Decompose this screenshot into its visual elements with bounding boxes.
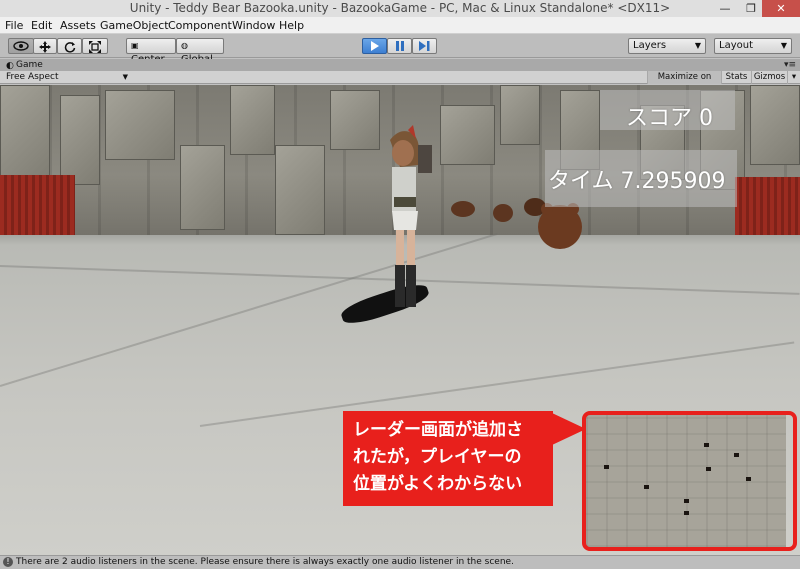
view-tool-button[interactable] [8, 38, 34, 54]
status-bar[interactable]: ! There are 2 audio listeners in the sce… [0, 555, 800, 569]
menu-assets[interactable]: Assets [60, 19, 96, 32]
eye-icon [13, 41, 29, 51]
game-view-controls: Free Aspect ▼ Maximize on Play Stats Giz… [0, 71, 800, 95]
step-button[interactable] [412, 38, 437, 54]
panel-tab-bar: ◐ Game ▾≡ [0, 59, 800, 71]
player-character [390, 125, 432, 307]
gizmos-dropdown[interactable]: Gizmos [751, 71, 787, 84]
rotate-icon [64, 42, 75, 53]
menu-file[interactable]: File [5, 19, 23, 32]
aspect-dropdown[interactable]: Free Aspect ▼ [6, 72, 128, 83]
annotation-callout: レーダー画面が追加さ れたが，プレイヤーの 位置がよくわからない [343, 411, 553, 506]
scene-crate [0, 85, 50, 180]
info-icon: ! [3, 557, 13, 567]
window-title: Unity - Teddy Bear Bazooka.unity - Bazoo… [129, 1, 671, 15]
scene-crate [500, 85, 540, 145]
aspect-label: Free Aspect [6, 72, 59, 82]
scene-crate [60, 95, 100, 185]
shipping-container [735, 177, 800, 235]
menu-component[interactable]: Component [168, 19, 232, 32]
step-icon [419, 41, 430, 51]
scene-crate [180, 145, 225, 230]
stats-toggle[interactable]: Stats [721, 71, 751, 84]
scene-crate [750, 85, 800, 165]
tab-game[interactable]: ◐ Game [4, 59, 43, 71]
rotate-tool-button[interactable] [57, 38, 82, 54]
maximize-on-play-toggle[interactable]: Maximize on Play [647, 71, 721, 95]
time-display: タイム 7.295909 [548, 169, 726, 194]
scale-icon [89, 41, 101, 53]
play-icon [370, 41, 379, 51]
menu-bar: File Edit Assets GameObject Component Wi… [0, 17, 800, 34]
score-display: スコア 0 [626, 106, 713, 131]
pivot-mode-toggle[interactable]: ▣ Center [126, 38, 176, 65]
caret-down-icon: ▼ [694, 41, 701, 50]
pause-icon [395, 41, 404, 51]
move-tool-button[interactable] [33, 38, 57, 54]
scene-crate [230, 85, 275, 155]
menu-gameobject[interactable]: GameObject [100, 19, 169, 32]
toolbar: ▣ Center ◍ Global Layers ▼ Layout ▼ [0, 34, 800, 65]
layers-label: Layers [633, 40, 667, 51]
pivot-icon: ▣ [131, 41, 139, 50]
status-message: There are 2 audio listeners in the scene… [16, 557, 514, 567]
caret-down-icon[interactable]: ▾ [787, 71, 800, 84]
tab-game-label: Game [16, 60, 43, 70]
scene-crate [105, 90, 175, 160]
annotation-arrow [552, 413, 586, 445]
scene-crate [275, 145, 325, 235]
minimize-button[interactable]: — [712, 0, 738, 17]
radar-highlight-frame [582, 411, 797, 551]
shipping-container [0, 175, 75, 235]
globe-icon: ◍ [181, 41, 188, 50]
menu-help[interactable]: Help [279, 19, 304, 32]
maximize-button[interactable]: ❐ [738, 0, 764, 17]
caret-down-icon: ▼ [780, 41, 787, 50]
menu-window[interactable]: Window [232, 19, 275, 32]
unity-editor-window: Unity - Teddy Bear Bazooka.unity - Bazoo… [0, 0, 800, 569]
menu-edit[interactable]: Edit [31, 19, 52, 32]
annotation-line-3: 位置がよくわからない [353, 474, 523, 494]
pivot-space-toggle[interactable]: ◍ Global [176, 38, 224, 65]
title-bar: Unity - Teddy Bear Bazooka.unity - Bazoo… [0, 0, 800, 17]
move-arrows-icon [39, 41, 51, 53]
close-button[interactable]: ✕ [762, 0, 800, 17]
layout-label: Layout [719, 40, 753, 51]
caret-down-icon: ▼ [122, 73, 128, 81]
annotation-line-1: レーダー画面が追加さ [353, 420, 523, 440]
play-button[interactable] [362, 38, 387, 54]
layout-dropdown[interactable]: Layout ▼ [714, 38, 792, 54]
pause-button[interactable] [387, 38, 412, 54]
scale-tool-button[interactable] [82, 38, 108, 54]
layers-dropdown[interactable]: Layers ▼ [628, 38, 706, 54]
panel-menu-icon[interactable]: ▾≡ [784, 59, 796, 71]
annotation-line-2: れたが，プレイヤーの [353, 447, 522, 467]
